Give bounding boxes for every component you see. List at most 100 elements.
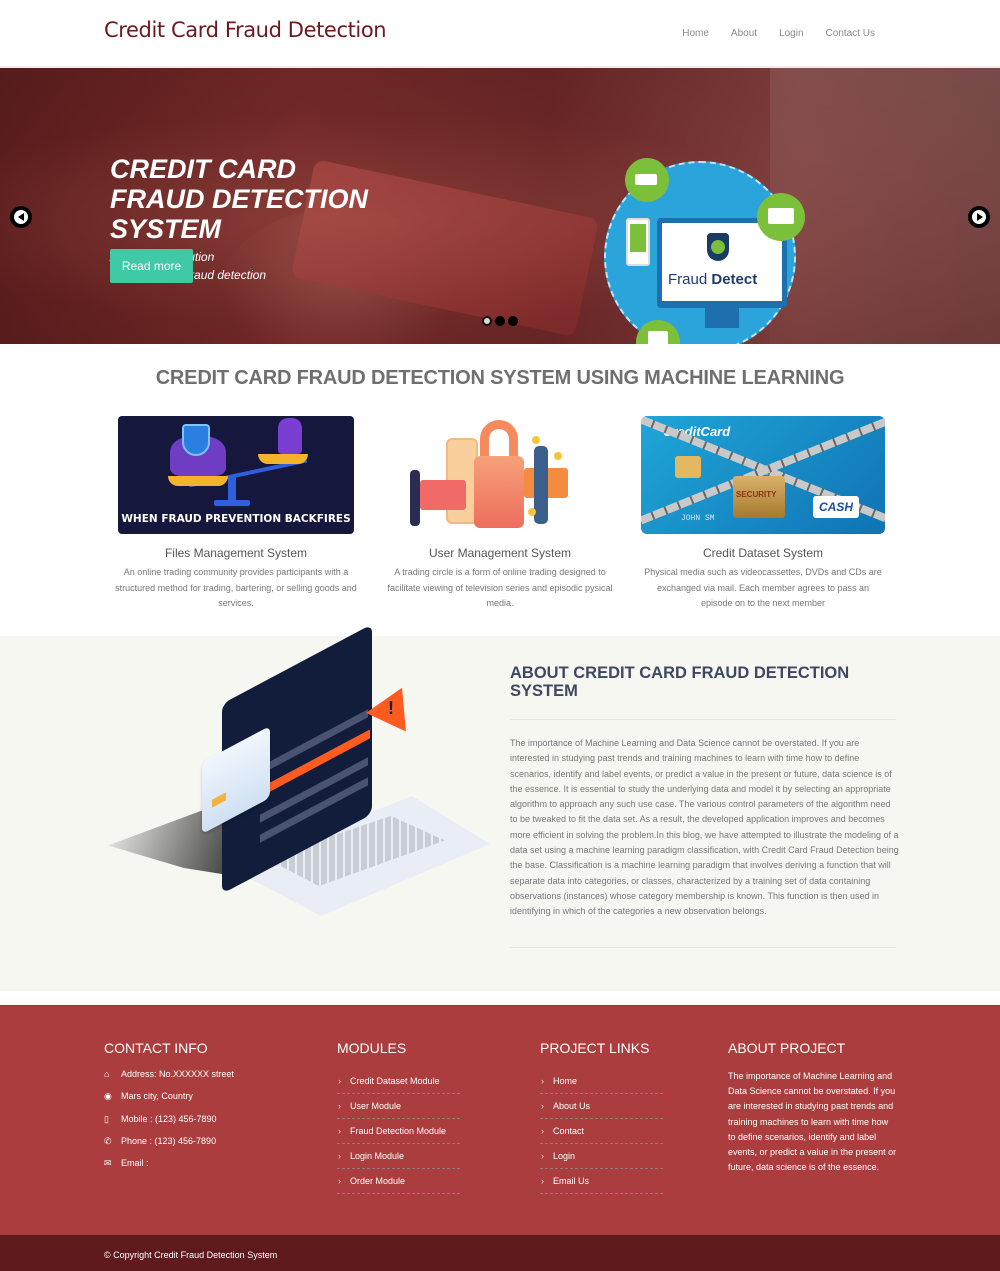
about-project-title: ABOUT PROJECT (728, 1040, 846, 1056)
envelope-icon: ✉ (104, 1158, 112, 1169)
service-card: CreditCard SECURITY CASH JOHN SM Credit … (638, 416, 888, 612)
copyright-text: © Copyright Credit Fraud Detection Syste… (104, 1250, 278, 1260)
about-project-text: The importance of Machine Learning and D… (728, 1071, 897, 1173)
about-project-column: ABOUT PROJECT The importance of Machine … (728, 1040, 898, 1175)
footer-link-home[interactable]: › Home (540, 1069, 663, 1094)
service-card: WHEN FRAUD PREVENTION BACKFIRES Files Ma… (111, 416, 361, 612)
nav-login[interactable]: Login (779, 28, 803, 39)
divider (510, 947, 896, 948)
coin-icon (554, 452, 562, 460)
contact-email: ✉ Email : (104, 1158, 304, 1180)
coin-icon (528, 508, 536, 516)
service-description: A trading circle is a form of online tra… (387, 567, 613, 608)
padlock-label: SECURITY (736, 490, 777, 499)
contact-info-title: CONTACT INFO (104, 1040, 208, 1056)
contact-text: Address: No.XXXXXX street (121, 1069, 235, 1079)
contact-city: ◉ Mars city, Country (104, 1091, 304, 1113)
project-links-title: PROJECT LINKS (540, 1040, 650, 1056)
link-label: Email Us (553, 1176, 590, 1186)
coin-icon (532, 436, 540, 444)
logo-text-bold: Detect (711, 271, 758, 288)
cash-label: CASH (813, 496, 859, 518)
carousel-dot[interactable] (482, 316, 492, 326)
carousel-next-button[interactable] (968, 206, 990, 228)
globe-icon: ◉ (104, 1091, 112, 1102)
padlock-icon (474, 456, 524, 528)
services-section: CREDIT CARD FRAUD DETECTION SYSTEM USING… (0, 344, 1000, 636)
chevron-right-icon: › (541, 1076, 544, 1086)
banknote-icon (635, 174, 657, 185)
copyright-bar: © Copyright Credit Fraud Detection Syste… (0, 1235, 1000, 1271)
modules-title: MODULES (337, 1040, 407, 1056)
contact-mobile: ▯ Mobile : (123) 456-7890 (104, 1114, 304, 1136)
contact-text: Mars city, Country (121, 1091, 193, 1102)
service-name: Files Management System (164, 546, 308, 560)
carousel-indicators (482, 316, 518, 326)
nav-about[interactable]: About (731, 28, 757, 39)
monitor-stand (705, 308, 739, 328)
contact-info-column: CONTACT INFO ⌂ Address: No.XXXXXX street… (104, 1040, 304, 1180)
divider (510, 719, 896, 720)
services-title: CREDIT CARD FRAUD DETECTION SYSTEM USING… (155, 367, 845, 389)
fraud-detect-logo-text: Fraud Detect (668, 271, 757, 288)
link-label: Fraud Detection Module (350, 1126, 447, 1136)
link-label: Credit Dataset Module (350, 1076, 440, 1086)
hero-title-line: FRAUD DETECTION (110, 184, 368, 214)
magnifier-icon (711, 240, 725, 254)
module-link-fraud-detection[interactable]: › Fraud Detection Module (337, 1119, 460, 1144)
link-label: Home (553, 1076, 578, 1086)
chevron-right-icon: › (541, 1101, 544, 1111)
brand-logo[interactable]: Credit Card Fraud Detection (104, 18, 387, 42)
read-more-button[interactable]: Read more (110, 249, 193, 283)
module-link-order[interactable]: › Order Module (337, 1169, 460, 1194)
contact-text: Mobile : (123) 456-7890 (121, 1113, 217, 1124)
chevron-right-icon: › (541, 1126, 544, 1136)
chevron-right-icon: › (338, 1076, 341, 1086)
footer-link-login[interactable]: › Login (540, 1144, 663, 1169)
carousel-dot[interactable] (495, 316, 505, 326)
carousel-dot[interactable] (508, 316, 518, 326)
about-body: The importance of Machine Learning and D… (510, 738, 899, 917)
chevron-right-icon: › (338, 1176, 341, 1186)
footer-link-about-us[interactable]: › About Us (540, 1094, 663, 1119)
mobile-icon: ▯ (104, 1113, 109, 1124)
laptop-fraud-illustration: ! (100, 624, 500, 936)
module-link-user[interactable]: › User Module (337, 1094, 460, 1119)
hero-title: CREDIT CARD FRAUD DETECTION SYSTEM (110, 154, 368, 244)
image-caption: WHEN FRAUD PREVENTION BACKFIRES (121, 513, 351, 525)
project-links-column: PROJECT LINKS › Home › About Us › Contact ›… (540, 1040, 663, 1194)
nav-contact-us[interactable]: Contact Us (826, 28, 875, 39)
nav-home[interactable]: Home (682, 28, 709, 39)
project-links-list: › Home › About Us › Contact › Login › Email U… (540, 1069, 663, 1194)
chevron-right-icon: › (541, 1176, 544, 1186)
chevron-right-icon: › (338, 1126, 341, 1136)
woman-figure (410, 470, 420, 526)
modules-list: › Credit Dataset Module › User Module › Fra… (337, 1069, 460, 1194)
service-name: User Management System (428, 546, 572, 560)
site-footer: CONTACT INFO ⌂ Address: No.XXXXXX street… (0, 1005, 1000, 1235)
scale-pan-right (258, 454, 308, 464)
contact-address: ⌂ Address: No.XXXXXX street (104, 1069, 304, 1091)
cloud-laptop-icon (757, 193, 805, 241)
hero-title-line: CREDIT CARD (110, 154, 296, 184)
scale-pan-left (168, 476, 228, 486)
module-link-credit-dataset[interactable]: › Credit Dataset Module (337, 1069, 460, 1094)
credit-card-icon (420, 480, 466, 510)
footer-link-contact[interactable]: › Contact (540, 1119, 663, 1144)
hero-carousel: CREDIT CARD FRAUD DETECTION SYSTEM A com… (0, 68, 1000, 344)
card-chip-icon (675, 456, 701, 478)
chevron-right-icon: › (541, 1151, 544, 1161)
service-description: An online trading community provides par… (115, 567, 357, 608)
footer-link-email-us[interactable]: › Email Us (540, 1169, 663, 1194)
link-label: Order Module (350, 1176, 406, 1186)
main-nav: Home About Login Contact Us (660, 28, 875, 39)
link-label: Contact (553, 1126, 585, 1136)
lock-screen-icon (630, 224, 646, 252)
module-link-login[interactable]: › Login Module (337, 1144, 460, 1169)
money-icon (625, 158, 669, 202)
chevron-left-icon (14, 210, 28, 224)
chevron-right-icon: › (338, 1151, 341, 1161)
carousel-prev-button[interactable] (10, 206, 32, 228)
hero-title-line: SYSTEM (110, 214, 222, 244)
fraud-prevention-image: WHEN FRAUD PREVENTION BACKFIRES (118, 416, 354, 534)
